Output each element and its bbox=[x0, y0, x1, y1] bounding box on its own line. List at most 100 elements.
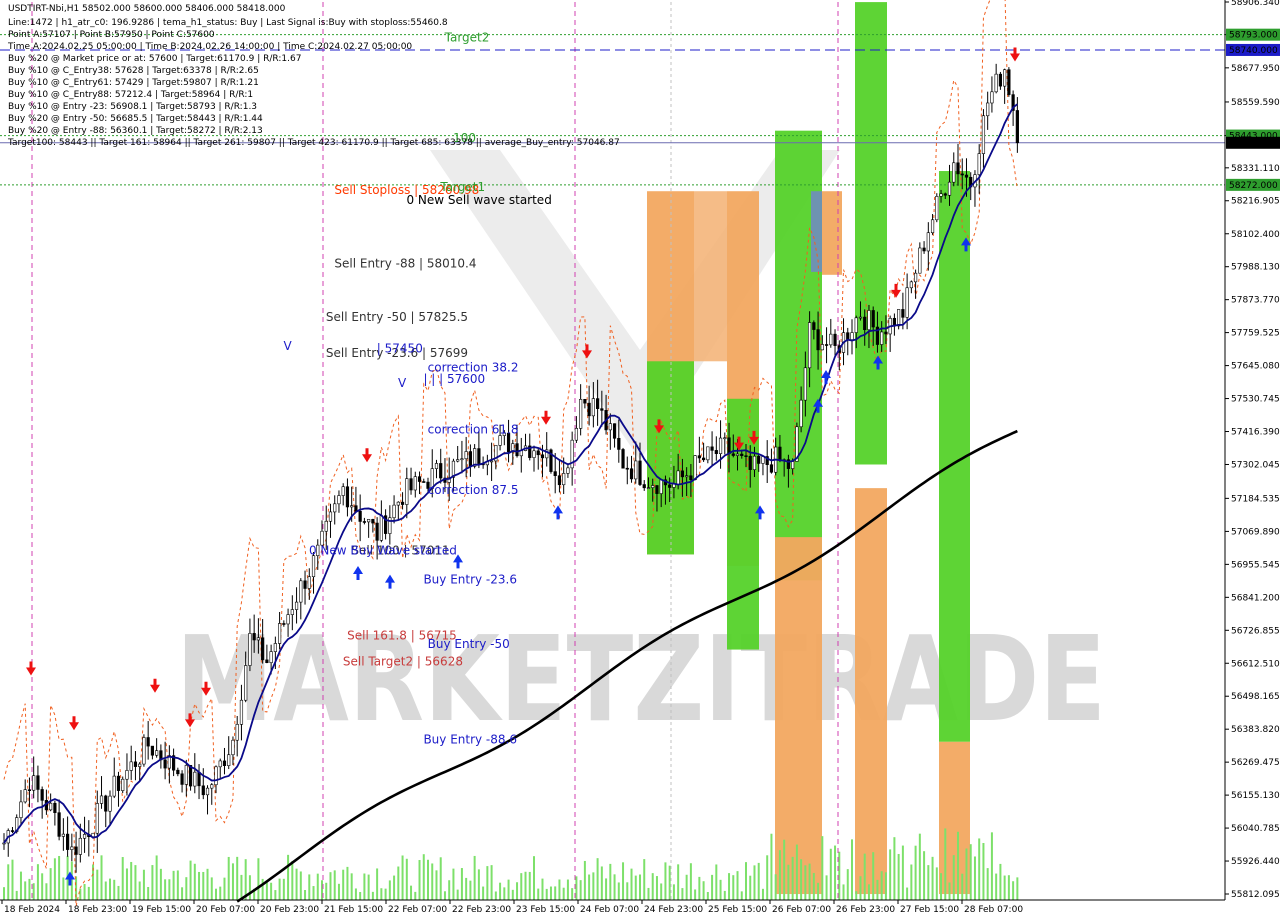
volume-bar bbox=[384, 888, 387, 900]
candle-body bbox=[32, 775, 36, 791]
candle-body bbox=[761, 456, 765, 464]
volume-bar bbox=[130, 861, 133, 900]
candle-body bbox=[634, 460, 638, 480]
volume-bar bbox=[575, 876, 578, 900]
volume-bar bbox=[766, 855, 769, 900]
candle-body bbox=[163, 759, 167, 769]
volume-bar bbox=[270, 882, 273, 900]
candle-body bbox=[540, 454, 545, 459]
volume-bar bbox=[808, 863, 811, 900]
candle-body bbox=[748, 455, 752, 470]
info-line: Target100: 58443 || Target 161: 58964 ||… bbox=[8, 138, 620, 148]
candle-body bbox=[803, 367, 807, 401]
candle-body bbox=[536, 450, 540, 456]
candle-body bbox=[413, 476, 417, 491]
candle-body bbox=[799, 399, 803, 428]
volume-bar bbox=[630, 868, 633, 900]
volume-bar bbox=[711, 874, 714, 900]
chart-window: MARKETZITRADE Sell Stoploss | 58260.98 Se… bbox=[0, 0, 1280, 920]
volume-bar bbox=[32, 883, 35, 900]
volume-bar bbox=[736, 871, 739, 900]
candle-body bbox=[829, 333, 833, 346]
candle-body bbox=[333, 503, 337, 513]
volume-bar bbox=[393, 875, 396, 900]
candle-body bbox=[735, 453, 740, 456]
candle-body bbox=[986, 102, 990, 117]
candle-body bbox=[239, 699, 244, 725]
candle-body bbox=[396, 501, 400, 506]
volume-bar bbox=[494, 891, 497, 900]
volume-bar bbox=[732, 875, 735, 900]
y-tick-label: 56155.130 bbox=[1231, 791, 1280, 801]
candle-body bbox=[833, 333, 837, 346]
volume-bar bbox=[109, 878, 111, 900]
volume-bar bbox=[901, 845, 904, 900]
y-tick-label: 56841.200 bbox=[1231, 593, 1280, 603]
volume-bar bbox=[236, 856, 239, 900]
volume-bar bbox=[28, 878, 31, 900]
y-tick-label: 57416.390 bbox=[1231, 428, 1280, 438]
candle-body bbox=[926, 232, 930, 252]
volume-bar bbox=[957, 831, 959, 900]
candle-body bbox=[685, 475, 689, 478]
volume-bar bbox=[138, 881, 141, 900]
candle-body bbox=[651, 485, 655, 488]
price-tag-label: 58272.000 bbox=[1229, 181, 1278, 191]
volume-bar bbox=[49, 868, 52, 900]
candle-body bbox=[252, 633, 256, 641]
candle-body bbox=[807, 322, 812, 369]
volume-bar bbox=[291, 861, 294, 900]
candle-body bbox=[176, 769, 180, 775]
candle-body bbox=[367, 519, 371, 523]
volume-bar bbox=[761, 888, 764, 900]
volume-bar bbox=[147, 886, 150, 900]
volume-bar bbox=[282, 878, 285, 900]
volume-bar bbox=[325, 882, 328, 900]
volume-bar bbox=[58, 855, 61, 900]
volume-bar bbox=[702, 881, 705, 900]
volume-bar bbox=[889, 849, 892, 900]
candle-body bbox=[19, 801, 23, 818]
buy-zone-orange-3 bbox=[855, 488, 887, 895]
candle-body bbox=[477, 448, 481, 464]
candle-body bbox=[655, 485, 659, 494]
candle-body bbox=[854, 317, 858, 333]
volume-bar bbox=[812, 872, 815, 900]
volume-bar bbox=[443, 891, 446, 900]
volume-bar bbox=[524, 871, 527, 900]
x-tick-label: 28 Feb 07:00 bbox=[964, 905, 1023, 915]
volume-bar bbox=[855, 891, 858, 900]
y-tick-label: 58216.905 bbox=[1231, 197, 1280, 207]
candle-body bbox=[824, 344, 829, 346]
volume-bar bbox=[817, 882, 820, 900]
volume-bar bbox=[176, 870, 179, 900]
volume-bar bbox=[1012, 881, 1015, 900]
candle-body bbox=[816, 329, 820, 351]
info-line: USDTIRT-Nbi,H1 58502.000 58600.000 58406… bbox=[8, 4, 286, 14]
volume-bar bbox=[142, 869, 145, 900]
candle-body bbox=[922, 247, 926, 252]
info-line: Buy %20 @ Entry -50: 56685.5 | Target:58… bbox=[8, 114, 263, 124]
volume-bar bbox=[435, 870, 438, 900]
candle-body bbox=[184, 765, 188, 785]
candle-body bbox=[718, 437, 723, 454]
volume-bar bbox=[952, 855, 955, 900]
volume-bar bbox=[944, 828, 947, 900]
candle-body bbox=[210, 784, 214, 789]
candle-body bbox=[74, 846, 78, 855]
volume-bar bbox=[757, 862, 760, 900]
candle-body bbox=[757, 455, 761, 464]
volume-bar bbox=[791, 856, 794, 900]
chart-annotation: Sell Entry -50 | 57825.5 bbox=[326, 310, 468, 324]
candle-body bbox=[53, 802, 57, 813]
candle-body bbox=[1003, 69, 1007, 87]
candle-body bbox=[358, 510, 362, 522]
candle-body bbox=[78, 837, 82, 855]
y-tick-label: 57530.745 bbox=[1231, 395, 1280, 405]
candle-body bbox=[362, 521, 367, 523]
volume-bar bbox=[834, 845, 837, 900]
buy-zone-orange-2 bbox=[822, 191, 842, 275]
volume-bar bbox=[600, 866, 603, 900]
volume-bar bbox=[265, 882, 268, 900]
y-tick-label: 56726.855 bbox=[1231, 626, 1280, 636]
